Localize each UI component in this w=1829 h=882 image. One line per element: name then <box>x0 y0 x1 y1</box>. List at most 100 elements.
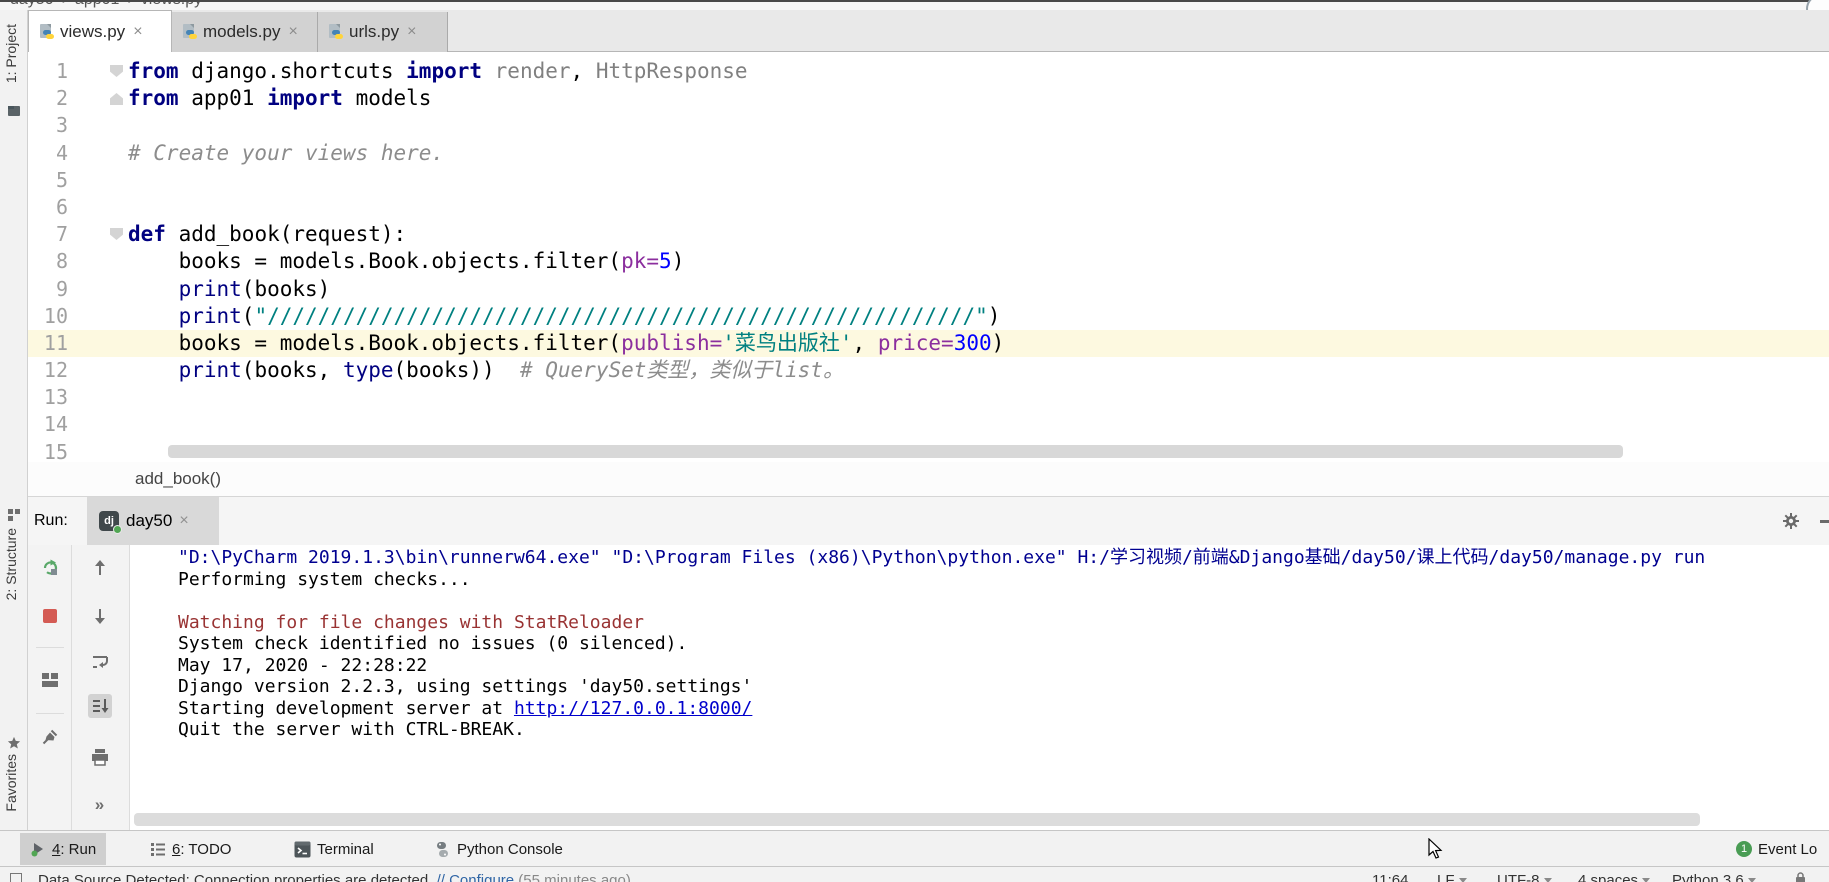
soft-wrap-icon[interactable] <box>88 650 112 674</box>
run-config-tab-day50[interactable]: dj day50 × <box>87 497 219 545</box>
print-icon[interactable] <box>88 745 112 769</box>
rerun-icon[interactable] <box>38 556 62 580</box>
python-console-label: Python Console <box>457 841 563 858</box>
toolbar-divider <box>36 713 64 714</box>
current-function[interactable]: add_book() <box>135 469 221 489</box>
up-stack-icon[interactable] <box>88 556 112 580</box>
python-file-icon <box>328 24 344 40</box>
line-number[interactable]: 6 <box>28 194 68 221</box>
close-icon[interactable]: × <box>179 512 188 530</box>
close-icon[interactable]: × <box>288 23 297 41</box>
run-tab-label: day50 <box>126 511 172 531</box>
todo-list-icon <box>150 841 166 857</box>
code-line: print(books, type(books)) # QuerySet类型，类… <box>128 357 1004 384</box>
status-message-text: Data Source Detected: Connection propert… <box>38 872 432 882</box>
console-line: "D:\PyCharm 2019.1.3\bin\runnerw64.exe" … <box>178 547 1829 569</box>
fold-marker[interactable] <box>110 93 123 105</box>
line-number[interactable]: 8 <box>28 248 68 275</box>
breadcrumb-item-app01[interactable]: app01 <box>75 0 120 9</box>
code-line: # Create your views here. <box>128 140 1004 167</box>
django-icon-text: dj <box>104 515 114 527</box>
code-line <box>128 194 1004 221</box>
event-log-button[interactable]: 1 Event Lo <box>1736 833 1817 865</box>
fold-marker[interactable] <box>110 228 123 240</box>
tool-window-button-todo[interactable]: 6: TODO <box>140 833 241 865</box>
line-number[interactable]: 1 <box>28 58 68 85</box>
editor-gutter[interactable]: 123456789101112131415 <box>28 58 68 462</box>
console-horizontal-scrollbar[interactable] <box>134 813 1700 826</box>
encoding-widget[interactable]: UTF-8 <box>1497 872 1552 882</box>
scroll-to-end-icon[interactable] <box>88 694 112 718</box>
console-line: Performing system checks... <box>178 569 1829 591</box>
breadcrumb-item-views[interactable]: views.py <box>141 0 202 9</box>
indent-widget[interactable]: 4 spaces <box>1578 872 1650 882</box>
tool-window-button-run[interactable]: 4: Run <box>20 833 106 865</box>
interpreter-widget[interactable]: Python 3.6 <box>1672 872 1756 882</box>
code-line: print(books) <box>128 276 1004 303</box>
console-line: May 17, 2020 - 22:28:22 <box>178 655 1829 677</box>
run-play-icon <box>30 841 46 857</box>
breadcrumb: day50 › app01 › views.py <box>10 0 202 9</box>
python-file-icon <box>182 24 198 40</box>
run-panel-header: Run: dj day50 × <box>28 497 1829 545</box>
close-icon[interactable]: × <box>407 23 416 41</box>
tool-window-button-terminal[interactable]: Terminal <box>284 833 384 865</box>
event-count-badge: 1 <box>1736 841 1752 857</box>
tab-label: views.py <box>60 22 125 42</box>
mouse-cursor <box>1428 838 1444 865</box>
console-line: System check identified no issues (0 sil… <box>178 633 1829 655</box>
line-number[interactable]: 11 <box>28 330 68 357</box>
console-line: Django version 2.2.3, using settings 'da… <box>178 676 1829 698</box>
todo-label: : TODO <box>180 841 231 858</box>
fold-marker[interactable] <box>110 65 123 77</box>
status-source-icon <box>10 873 22 882</box>
line-number[interactable]: 4 <box>28 140 68 167</box>
lock-icon[interactable] <box>1794 872 1807 882</box>
close-icon[interactable]: × <box>133 23 142 41</box>
pin-icon[interactable] <box>38 725 62 749</box>
toolbar-divider <box>36 647 64 648</box>
status-bar: Data Source Detected: Connection propert… <box>0 866 1829 882</box>
run-console-output[interactable]: "D:\PyCharm 2019.1.3\bin\runnerw64.exe" … <box>130 545 1829 830</box>
console-line <box>178 590 1829 612</box>
server-url-link[interactable]: http://127.0.0.1:8000/ <box>514 698 752 719</box>
caret-position-widget[interactable]: 11:64 <box>1372 872 1408 882</box>
tab-models-py[interactable]: models.py × <box>172 12 318 52</box>
tool-button-project[interactable]: 1: Project <box>3 24 19 83</box>
line-number[interactable]: 7 <box>28 221 68 248</box>
console-line: Watching for file changes with StatReloa… <box>178 612 1829 634</box>
tool-window-button-python-console[interactable]: Python Console <box>424 833 573 865</box>
tab-urls-py[interactable]: urls.py × <box>318 12 448 52</box>
breadcrumb-item-day50[interactable]: day50 <box>10 0 54 9</box>
line-number[interactable]: 3 <box>28 112 68 139</box>
line-number[interactable]: 13 <box>28 384 68 411</box>
line-ending-widget[interactable]: LF <box>1437 872 1467 882</box>
down-stack-icon[interactable] <box>88 604 112 628</box>
tab-views-py[interactable]: views.py × <box>28 10 172 52</box>
tab-label: models.py <box>203 22 280 42</box>
line-number[interactable]: 10 <box>28 303 68 330</box>
tool-button-structure[interactable]: 2: Structure <box>3 528 19 600</box>
console-toolbar: » <box>72 545 130 830</box>
line-number[interactable]: 5 <box>28 167 68 194</box>
line-number[interactable]: 12 <box>28 357 68 384</box>
restore-layout-icon[interactable] <box>38 668 62 692</box>
configure-link[interactable]: // Configure <box>437 872 515 882</box>
more-options-icon[interactable]: » <box>88 793 112 817</box>
tool-button-favorites[interactable]: Favorites <box>3 754 19 812</box>
python-file-icon <box>39 24 55 40</box>
editor-horizontal-scrollbar[interactable] <box>168 445 1623 458</box>
line-number[interactable]: 14 <box>28 411 68 438</box>
status-message[interactable]: Data Source Detected: Connection propert… <box>38 872 631 882</box>
stop-icon[interactable] <box>38 604 62 628</box>
line-number[interactable]: 2 <box>28 85 68 112</box>
code-line: from app01 import models <box>128 85 1004 112</box>
editor-tab-bar: views.py × models.py × urls.py × <box>28 10 1829 52</box>
chevron-down-icon <box>1544 878 1552 882</box>
hide-panel-icon[interactable] <box>1820 520 1829 523</box>
gear-icon[interactable] <box>1781 511 1801 536</box>
line-number[interactable]: 15 <box>28 439 68 462</box>
line-number[interactable]: 9 <box>28 276 68 303</box>
code-editor[interactable]: 123456789101112131415 from django.shortc… <box>28 52 1829 462</box>
console-line: Quit the server with CTRL-BREAK. <box>178 719 1829 741</box>
